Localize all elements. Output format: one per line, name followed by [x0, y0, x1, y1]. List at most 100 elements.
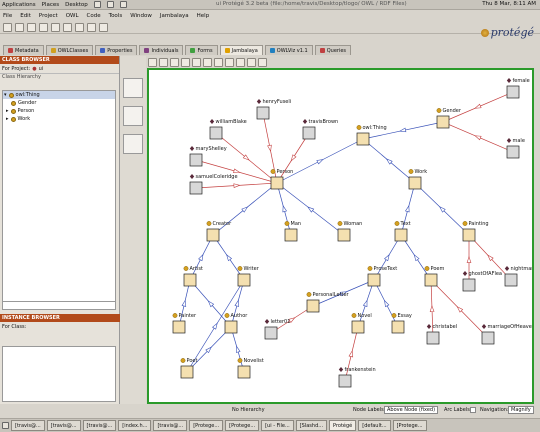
- tab-forms[interactable]: Forms: [185, 45, 218, 55]
- graph-node-person[interactable]: Person: [270, 169, 294, 190]
- system-menu-applications[interactable]: Applications: [2, 2, 36, 8]
- tab-individuals[interactable]: Individuals: [139, 45, 184, 55]
- class-node-box[interactable]: [172, 320, 186, 334]
- clock[interactable]: Thu 8 Mar, 8:11 AM: [482, 1, 536, 7]
- class-node-box[interactable]: [237, 365, 251, 379]
- tree-node-work[interactable]: ▸ Work: [3, 115, 115, 123]
- layout-icon[interactable]: [236, 57, 245, 67]
- graph-node-painter[interactable]: Painter: [172, 313, 197, 334]
- save-icon[interactable]: [27, 23, 36, 32]
- instance-node-box[interactable]: [426, 331, 440, 345]
- class-node-box[interactable]: [367, 273, 381, 287]
- tab-queries[interactable]: Queries: [314, 45, 352, 55]
- launcher-icon[interactable]: [93, 1, 101, 8]
- tab-owlviz[interactable]: OWLViz v1.1: [264, 45, 313, 55]
- graph-node-williamblake[interactable]: williamBlake: [209, 119, 247, 140]
- expand-icon[interactable]: ▸: [6, 116, 9, 122]
- graph-node-nightmare[interactable]: nightmare: [504, 266, 532, 287]
- tab-properties[interactable]: Properties: [95, 45, 138, 55]
- tab-owlclasses[interactable]: OWLClasses: [45, 45, 94, 55]
- tab-metadata[interactable]: Metadata: [3, 45, 44, 55]
- taskbar-item[interactable]: [Protege...: [225, 420, 260, 431]
- menu-window[interactable]: Window: [130, 13, 152, 19]
- class-tree[interactable]: ▾ owl:Thing Gender ▸ Person ▸ Work: [2, 90, 116, 305]
- class-node-box[interactable]: [306, 299, 320, 313]
- class-node-box[interactable]: [391, 320, 405, 334]
- taskbar-item[interactable]: [default...: [358, 420, 391, 431]
- class-node-box[interactable]: [436, 115, 450, 129]
- cut-icon[interactable]: [39, 23, 48, 32]
- tree-node-owlthing[interactable]: ▾ owl:Thing: [3, 91, 115, 99]
- graph-node-christabel[interactable]: christabel: [426, 324, 457, 345]
- instance-list[interactable]: [2, 346, 116, 402]
- instance-node-box[interactable]: [302, 126, 316, 140]
- graph-node-maryshelley[interactable]: maryShelley: [189, 146, 227, 167]
- class-node-box[interactable]: [356, 132, 370, 146]
- class-node-box[interactable]: [337, 228, 351, 242]
- graph-node-woman[interactable]: Woman: [337, 221, 363, 242]
- graph-node-author[interactable]: Author: [224, 313, 248, 334]
- class-node-box[interactable]: [394, 228, 408, 242]
- graph-node-man[interactable]: Man: [284, 221, 301, 242]
- taskbar-item[interactable]: [travis@...: [82, 420, 117, 431]
- ontology-graph[interactable]: owl:Thing Gender female male Person Work willi…: [149, 70, 532, 402]
- home-icon[interactable]: [148, 57, 157, 67]
- layout-tree-icon[interactable]: [123, 78, 143, 98]
- tree-node-person[interactable]: ▸ Person: [3, 107, 115, 115]
- class-node-box[interactable]: [351, 320, 365, 334]
- class-node-box[interactable]: [206, 228, 220, 242]
- new-icon[interactable]: [3, 23, 12, 32]
- graph-node-personalletter[interactable]: PersonalLetter: [306, 292, 350, 313]
- forward-icon[interactable]: [170, 57, 179, 67]
- graph-node-ghostofaflea[interactable]: ghostOfAFlea: [462, 271, 502, 292]
- instance-node-box[interactable]: [338, 374, 352, 388]
- node-labels-select[interactable]: Above Node (fixed): [384, 406, 439, 414]
- layout-spring-icon[interactable]: [123, 134, 143, 154]
- menu-file[interactable]: File: [3, 13, 12, 19]
- instance-node-box[interactable]: [189, 181, 203, 195]
- tree-node-gender[interactable]: Gender: [3, 99, 115, 107]
- menu-help[interactable]: Help: [197, 13, 210, 19]
- taskbar-item[interactable]: [Slashd...: [295, 420, 328, 431]
- taskbar-item[interactable]: [travis@...: [153, 420, 188, 431]
- tab-jambalaya[interactable]: Jambalaya: [219, 45, 263, 55]
- arc-labels-checkbox[interactable]: [470, 407, 476, 413]
- grid-icon[interactable]: [247, 57, 256, 67]
- class-node-box[interactable]: [237, 273, 251, 287]
- class-node-box[interactable]: [408, 176, 422, 190]
- graph-node-travisbrown[interactable]: travisBrown: [302, 119, 338, 140]
- zoom-out-icon[interactable]: [203, 57, 212, 67]
- graph-node-novel[interactable]: Novel: [351, 313, 372, 334]
- class-node-box[interactable]: [462, 228, 476, 242]
- filter-icon[interactable]: [225, 57, 234, 67]
- graph-node-poet[interactable]: Poet: [180, 358, 198, 379]
- taskbar-item[interactable]: [travis@...: [46, 420, 81, 431]
- back-icon[interactable]: [159, 57, 168, 67]
- collapse-icon[interactable]: ▾: [4, 92, 7, 98]
- menu-project[interactable]: Project: [39, 13, 58, 19]
- taskbar-item[interactable]: [ui - File...: [261, 420, 294, 431]
- binoculars-icon[interactable]: [214, 57, 223, 67]
- graph-node-writer[interactable]: Writer: [237, 266, 260, 287]
- graph-node-marriageofheaven[interactable]: marriageOfHeaven: [481, 324, 532, 345]
- class-search-field[interactable]: [2, 301, 116, 310]
- graph-node-creator[interactable]: Creator: [206, 221, 232, 242]
- graph-node-novelist[interactable]: Novelist: [237, 358, 264, 379]
- instance-node-box[interactable]: [506, 145, 520, 159]
- graph-node-samuelcoleridge[interactable]: samuelColeridge: [189, 174, 238, 195]
- export-icon[interactable]: [258, 57, 267, 67]
- menu-jambalaya[interactable]: Jambalaya: [160, 13, 189, 19]
- show-desktop-icon[interactable]: [2, 422, 9, 429]
- instance-node-box[interactable]: [189, 153, 203, 167]
- class-node-box[interactable]: [183, 273, 197, 287]
- launcher-icon[interactable]: [106, 1, 114, 8]
- instance-node-box[interactable]: [504, 273, 518, 287]
- graph-node-painting[interactable]: Painting: [462, 221, 489, 242]
- graph-node-poem[interactable]: Poem: [424, 266, 445, 287]
- launcher-icon[interactable]: [119, 1, 127, 8]
- layout-radial-icon[interactable]: [123, 106, 143, 126]
- graph-node-henryfuseli[interactable]: henryFuseli: [256, 99, 291, 120]
- class-node-box[interactable]: [224, 320, 238, 334]
- instance-node-box[interactable]: [506, 85, 520, 99]
- menu-tools[interactable]: Tools: [109, 13, 123, 19]
